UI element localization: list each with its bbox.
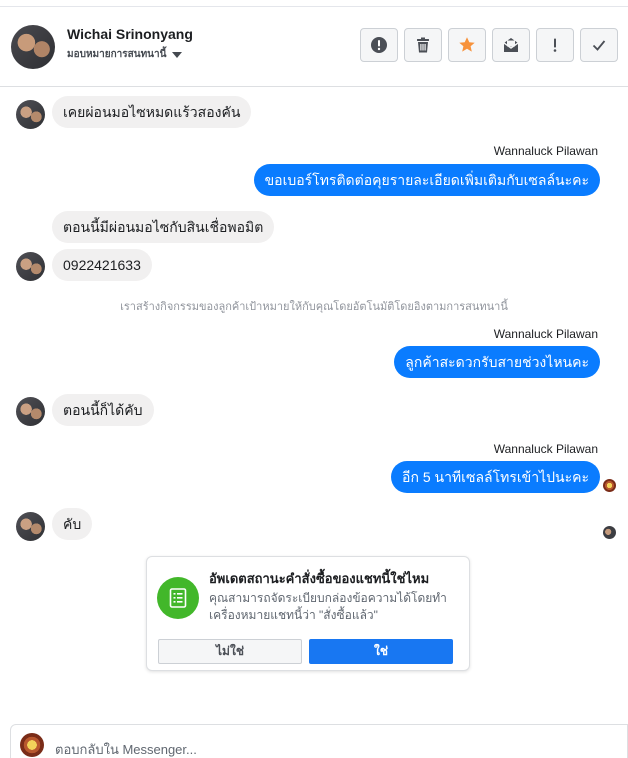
caret-down-icon bbox=[172, 51, 183, 58]
mark-done-button[interactable] bbox=[580, 28, 618, 62]
incoming-message[interactable]: 0922421633 bbox=[52, 249, 152, 281]
contact-avatar bbox=[16, 252, 45, 281]
assign-label: มอบหมายการสนทนานี้ bbox=[67, 49, 167, 60]
sender-name: Wannaluck Pilawan bbox=[493, 442, 598, 456]
prompt-title: อัพเดตสถานะคำสั่งซื้อของแชทนี้ใช่ไหม bbox=[209, 571, 430, 586]
star-icon bbox=[459, 37, 475, 52]
reply-composer[interactable]: ตอบกลับใน Messenger... bbox=[10, 724, 628, 758]
mark-unread-icon bbox=[503, 38, 519, 52]
system-notice: เราสร้างกิจกรรมของลูกค้าเป้าหมายให้กับคุ… bbox=[120, 301, 508, 313]
trash-icon bbox=[417, 37, 429, 53]
contact-avatar bbox=[16, 397, 45, 426]
yes-button[interactable]: ใช่ bbox=[309, 639, 453, 664]
incoming-message[interactable]: เคยผ่อนมอไซหมดแร้วสองคัน bbox=[52, 96, 252, 128]
contact-avatar bbox=[16, 100, 45, 129]
seen-receipt-avatar bbox=[603, 479, 616, 492]
contact-name[interactable]: Wichai Srinonyang bbox=[67, 26, 193, 42]
seen-receipt-avatar bbox=[603, 526, 616, 539]
no-button[interactable]: ไม่ใช่ bbox=[158, 639, 302, 664]
conversation-header: Wichai Srinonyang มอบหมายการสนทนานี้ bbox=[0, 7, 628, 87]
assign-conversation-dropdown[interactable]: มอบหมายการสนทนานี้ bbox=[67, 47, 183, 62]
mark-unread-button[interactable] bbox=[492, 28, 530, 62]
reply-input[interactable]: ตอบกลับใน Messenger... bbox=[55, 739, 197, 758]
order-status-prompt: อัพเดตสถานะคำสั่งซื้อของแชทนี้ใช่ไหม คุณ… bbox=[146, 556, 470, 671]
incoming-message[interactable]: คับ bbox=[52, 508, 93, 540]
checkmark-icon bbox=[592, 40, 606, 51]
spam-button[interactable] bbox=[360, 28, 398, 62]
prompt-body: คุณสามารถจัดระเบียบกล่องข้อความได้โดยทำเ… bbox=[209, 591, 447, 622]
avatar[interactable] bbox=[11, 25, 55, 69]
action-toolbar bbox=[360, 28, 618, 62]
spam-icon bbox=[371, 37, 387, 53]
outgoing-message[interactable]: อีก 5 นาทีเซลล์โทรเข้าไปนะคะ bbox=[391, 461, 600, 493]
exclamation-icon bbox=[553, 38, 557, 52]
follow-up-button[interactable] bbox=[536, 28, 574, 62]
incoming-message[interactable]: ตอนนี้มีผ่อนมอไซกับสินเชื่อพอมิต bbox=[52, 211, 275, 243]
order-list-icon bbox=[157, 577, 199, 619]
delete-button[interactable] bbox=[404, 28, 442, 62]
contact-avatar bbox=[16, 512, 45, 541]
star-button[interactable] bbox=[448, 28, 486, 62]
incoming-message[interactable]: ตอนนี้ก็ได้คับ bbox=[52, 394, 154, 426]
sender-name: Wannaluck Pilawan bbox=[493, 327, 598, 341]
outgoing-message[interactable]: ลูกค้าสะดวกรับสายช่วงไหนคะ bbox=[394, 346, 600, 378]
sender-name: Wannaluck Pilawan bbox=[493, 144, 598, 158]
outgoing-message[interactable]: ขอเบอร์โทรติดต่อคุยรายละเอียดเพิ่มเติมกั… bbox=[253, 164, 600, 196]
page-avatar bbox=[20, 733, 44, 757]
